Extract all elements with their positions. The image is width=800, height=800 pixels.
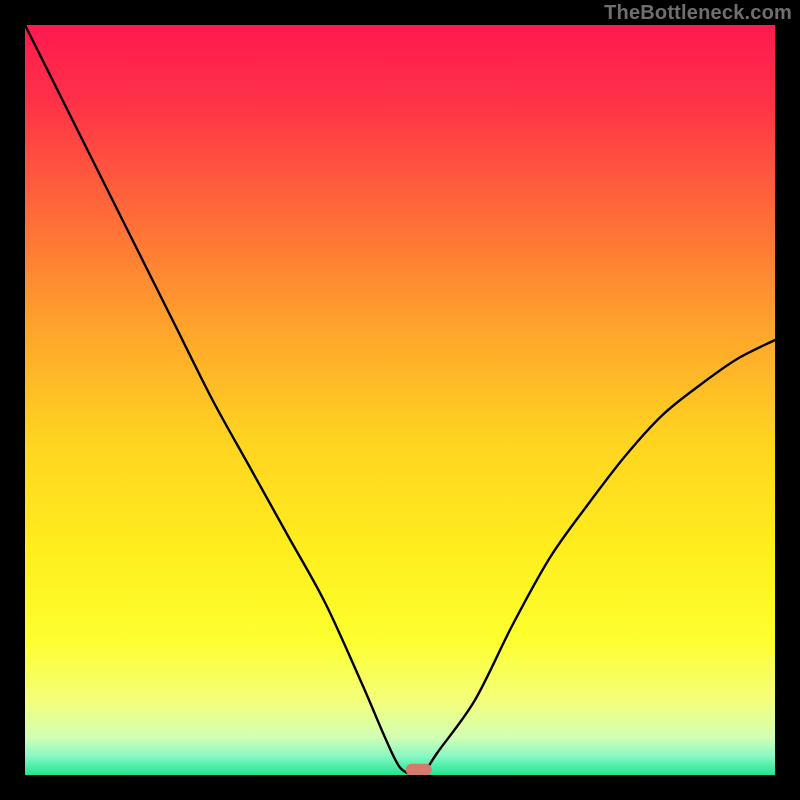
minimum-marker	[406, 764, 432, 775]
chart-background	[25, 25, 775, 775]
chart-frame: TheBottleneck.com	[0, 0, 800, 800]
watermark: TheBottleneck.com	[604, 2, 792, 25]
bottleneck-chart	[25, 25, 775, 775]
